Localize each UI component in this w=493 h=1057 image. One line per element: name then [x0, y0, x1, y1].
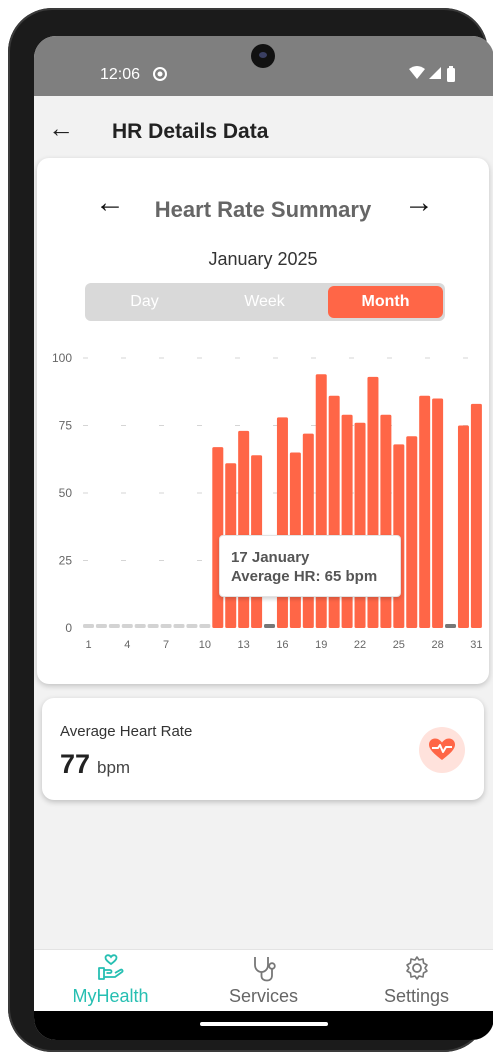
heart-rate-summary-card: ← Heart Rate Summary → January 2025 Day … — [37, 158, 489, 684]
bar — [199, 624, 211, 628]
x-tick-label: 25 — [393, 639, 405, 651]
status-time: 12:06 — [100, 66, 141, 83]
bar — [95, 624, 107, 628]
period-segmented-control: Day Week Month — [85, 283, 445, 321]
tooltip-date: 17 January — [231, 549, 310, 566]
heart-pulse-icon — [419, 727, 465, 773]
heart-rate-bar-chart: 0 25 50 75 100 1 4 7 10 13 16 19 22 25 28 31 — [52, 351, 483, 651]
app-bar: ← HR Details Data — [34, 96, 493, 162]
y-tick-label: 0 — [65, 621, 72, 635]
back-arrow-icon[interactable]: ← — [48, 114, 74, 142]
nav-services[interactable]: Services — [187, 950, 340, 1012]
phone-frame: 12:06 ← HR Details Data ← Heart Rate Sum… — [8, 8, 493, 1052]
average-unit: bpm — [97, 758, 131, 777]
bar — [108, 624, 120, 628]
x-tick-label: 31 — [470, 639, 482, 651]
hand-heart-icon — [34, 954, 187, 982]
screen: 12:06 ← HR Details Data ← Heart Rate Sum… — [34, 36, 493, 1040]
x-tick-label: 1 — [85, 639, 91, 651]
bar — [134, 624, 146, 628]
tooltip-average: Average HR: 65 bpm — [231, 568, 378, 585]
x-tick-label: 13 — [238, 639, 250, 651]
x-tick-label: 4 — [124, 639, 130, 651]
next-period-arrow-icon[interactable]: → — [404, 188, 434, 218]
bar — [419, 395, 431, 628]
x-tick-label: 10 — [199, 639, 211, 651]
gear-icon — [340, 954, 493, 982]
y-tick-label: 25 — [59, 554, 73, 568]
home-indicator[interactable] — [200, 1022, 328, 1026]
y-tick-label: 50 — [59, 486, 73, 500]
chart-tooltip: 17 January Average HR: 65 bpm — [219, 535, 401, 597]
camera-icon — [251, 44, 275, 68]
bar — [445, 624, 457, 628]
x-tick-label: 19 — [315, 639, 327, 651]
bar — [160, 624, 172, 628]
alarm-icon — [152, 66, 168, 85]
bar — [470, 403, 482, 628]
tab-month[interactable]: Month — [328, 286, 443, 318]
nav-services-label: Services — [228, 986, 299, 1006]
bar — [121, 624, 133, 628]
x-tick-label: 28 — [431, 639, 443, 651]
nav-myhealth[interactable]: MyHealth — [34, 950, 187, 1012]
battery-icon — [446, 66, 456, 85]
bar — [173, 624, 185, 628]
page-title: HR Details Data — [112, 120, 269, 143]
y-tick-label: 100 — [52, 351, 72, 365]
nav-myhealth-label: MyHealth — [72, 986, 149, 1006]
stethoscope-icon — [187, 954, 340, 982]
status-bar: 12:06 — [34, 36, 493, 96]
average-label: Average Heart Rate — [60, 723, 193, 740]
average-value: 77 — [60, 749, 91, 779]
y-tick-label: 75 — [59, 419, 73, 433]
period-label: January 2025 — [208, 249, 318, 269]
average-heart-rate-card: Average Heart Rate 77 bpm — [42, 698, 484, 800]
bar — [457, 425, 469, 628]
bar — [354, 422, 366, 628]
bar — [238, 430, 250, 628]
tab-day[interactable]: Day — [87, 286, 202, 318]
wifi-icon — [408, 66, 426, 83]
nav-settings[interactable]: Settings — [340, 950, 493, 1012]
bar — [264, 624, 276, 628]
tab-week[interactable]: Week — [207, 286, 322, 318]
signal-icon — [428, 66, 442, 83]
bar — [302, 433, 314, 628]
x-tick-label: 22 — [354, 639, 366, 651]
bottom-navigation: MyHealth Services Settings — [34, 949, 493, 1011]
x-tick-label: 16 — [276, 639, 288, 651]
x-tick-label: 7 — [163, 639, 169, 651]
bar — [432, 398, 444, 628]
bar — [147, 624, 159, 628]
gesture-bar — [34, 1011, 493, 1040]
bar — [83, 624, 94, 628]
bar — [406, 436, 418, 628]
nav-settings-label: Settings — [383, 986, 450, 1006]
bar — [186, 624, 198, 628]
